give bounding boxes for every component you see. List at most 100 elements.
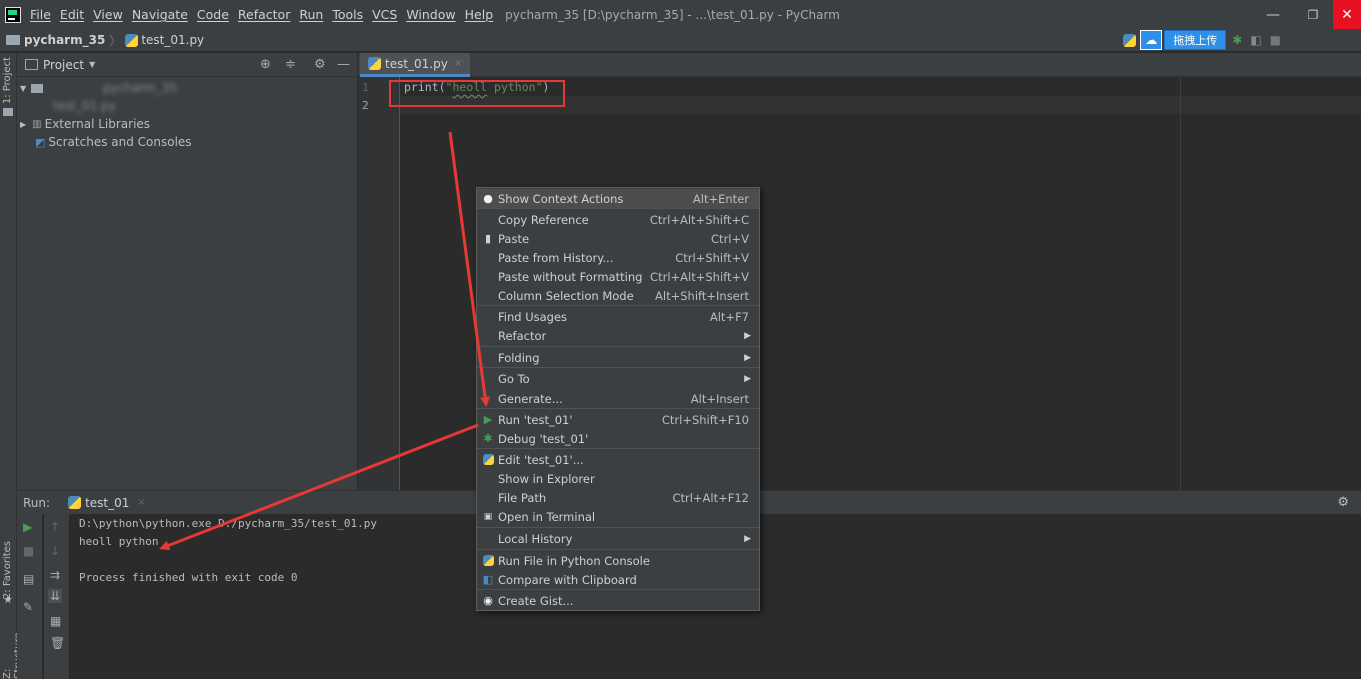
python-icon	[482, 555, 494, 567]
trash-icon[interactable]: 🗑	[50, 636, 65, 650]
menu-item-folding[interactable]: Folding ▶	[477, 348, 759, 367]
close-tab-icon[interactable]: ×	[137, 497, 145, 508]
soft-wrap-icon[interactable]: ⇉	[50, 568, 60, 582]
menu-item-edit-config[interactable]: Edit 'test_01'...	[477, 450, 759, 469]
menu-item-refactor[interactable]: Refactor ▶	[477, 326, 759, 345]
menu-separator	[477, 549, 759, 550]
console-line: D:\python\python.exe D:/pycharm_35/test_…	[79, 517, 378, 530]
menu-refactor[interactable]: Refactor	[238, 7, 290, 22]
menu-code[interactable]: Code	[197, 7, 229, 22]
line-number: 2	[362, 99, 369, 112]
star-icon: ★	[3, 593, 13, 606]
upload-widget[interactable]: ☁ 拖拽上传 ✱ ◧ ■	[1123, 30, 1281, 50]
menu-item-compare-with-clipboard[interactable]: ◧ Compare with Clipboard	[477, 570, 759, 589]
menu-run[interactable]: Run	[299, 7, 323, 22]
coverage-icon[interactable]: ◧	[1250, 33, 1261, 47]
python-file-icon	[368, 57, 381, 70]
breadcrumb-separator: 〉	[109, 33, 122, 48]
python-icon	[1123, 33, 1137, 47]
folder-icon	[3, 108, 13, 116]
breadcrumb-project[interactable]: pycharm_35	[24, 33, 105, 47]
left-tool-strip: 1: Project 2: Favorites ★ Z: Structure	[0, 53, 24, 679]
menu-vcs[interactable]: VCS	[372, 7, 397, 22]
menu-item-create-gist[interactable]: ◉ Create Gist...	[477, 591, 759, 610]
menu-item-column-selection-mode[interactable]: Column Selection Mode Alt+Shift+Insert	[477, 286, 759, 305]
tree-item-project[interactable]: ▼ pycharm_35	[17, 79, 357, 97]
submenu-arrow-icon: ▶	[744, 373, 751, 384]
tab-favorites[interactable]: 2: Favorites	[2, 541, 13, 599]
scratches-icon: ◩	[35, 135, 46, 149]
line-gutter: 1 2	[358, 77, 400, 490]
python-icon	[482, 454, 494, 466]
menu-label: File Path	[498, 490, 547, 505]
menu-shortcut: Ctrl+Shift+F10	[661, 412, 749, 427]
menu-navigate[interactable]: Navigate	[132, 7, 188, 22]
upload-button[interactable]: 拖拽上传	[1164, 30, 1227, 50]
menu-label: Run 'test_01'	[498, 412, 573, 427]
menu-shortcut: Alt+Shift+Insert	[655, 288, 749, 303]
tree-item-external-libraries[interactable]: ▶ ▥ External Libraries	[17, 115, 357, 133]
menu-item-copy-reference[interactable]: Copy Reference Ctrl+Alt+Shift+C	[477, 210, 759, 229]
menu-shortcut: Alt+Enter	[692, 191, 749, 206]
up-icon[interactable]: ↑	[50, 520, 60, 534]
tab-project[interactable]: 1: Project	[2, 57, 13, 104]
menu-item-run-in-python-console[interactable]: Run File in Python Console	[477, 551, 759, 570]
expand-icon[interactable]: ▼	[20, 84, 26, 93]
menu-help[interactable]: Help	[465, 7, 494, 22]
menu-item-file-path[interactable]: File Path Ctrl+Alt+F12	[477, 488, 759, 507]
tree-item-file[interactable]: test_01.py	[17, 97, 357, 115]
expand-icon[interactable]: ▶	[20, 120, 26, 129]
project-title[interactable]: Project	[43, 58, 84, 72]
editor-tab-test01[interactable]: test_01.py ×	[360, 53, 471, 77]
menu-label: Open in Terminal	[498, 509, 596, 524]
menu-item-find-usages[interactable]: Find Usages Alt+F7	[477, 307, 759, 326]
menu-item-go-to[interactable]: Go To ▶	[477, 369, 759, 388]
gear-icon[interactable]: ⚙	[1337, 495, 1349, 510]
minimize-button[interactable]: —	[1253, 0, 1293, 29]
run-tab[interactable]: test_01	[85, 496, 129, 510]
menu-item-show-in-explorer[interactable]: Show in Explorer	[477, 469, 759, 488]
menu-item-run[interactable]: ▶ Run 'test_01' Ctrl+Shift+F10	[477, 410, 759, 429]
scroll-to-end-icon[interactable]: ⇊	[48, 589, 63, 603]
collapse-icon[interactable]: ≑	[285, 57, 296, 72]
menu-separator	[477, 408, 759, 409]
print-icon[interactable]: ▦	[50, 614, 61, 628]
layout-icon[interactable]: ▤	[23, 572, 34, 586]
menu-tools[interactable]: Tools	[332, 7, 363, 22]
menu-view[interactable]: View	[93, 7, 123, 22]
gear-icon[interactable]: ⚙	[314, 57, 326, 72]
tree-item-scratches[interactable]: ◩ Scratches and Consoles	[17, 133, 357, 151]
stop-icon[interactable]: ■	[1270, 33, 1281, 47]
menu-item-open-in-terminal[interactable]: ▣ Open in Terminal	[477, 507, 759, 526]
console-line: heoll python	[79, 535, 159, 548]
menu-shortcut: Alt+F7	[709, 309, 749, 324]
menu-separator	[477, 367, 759, 368]
chevron-down-icon[interactable]: ▼	[89, 60, 95, 69]
menu-shortcut: Alt+Insert	[690, 391, 749, 406]
menu-item-generate[interactable]: Generate... Alt+Insert	[477, 389, 759, 408]
rerun-icon[interactable]: ▶	[23, 520, 32, 534]
library-icon: ▥	[32, 118, 42, 130]
stop-icon[interactable]: ■	[23, 544, 34, 558]
maximize-button[interactable]: ❐	[1293, 0, 1333, 29]
debug-icon[interactable]: ✱	[1232, 33, 1242, 47]
menu-edit[interactable]: Edit	[60, 7, 84, 22]
down-icon[interactable]: ↓	[50, 544, 60, 558]
menu-item-show-context-actions[interactable]: ● Show Context Actions Alt+Enter	[477, 189, 759, 208]
close-tab-icon[interactable]: ×	[454, 58, 462, 69]
pycharm-logo-icon	[5, 6, 21, 23]
menu-window[interactable]: Window	[406, 7, 455, 22]
menu-item-debug[interactable]: ✱ Debug 'test_01'	[477, 429, 759, 448]
context-menu: ● Show Context Actions Alt+Enter Copy Re…	[476, 187, 760, 611]
menu-item-local-history[interactable]: Local History ▶	[477, 529, 759, 548]
menu-item-paste[interactable]: ▮ Paste Ctrl+V	[477, 229, 759, 248]
breadcrumb-file[interactable]: test_01.py	[141, 33, 204, 47]
menu-file[interactable]: File	[30, 7, 51, 22]
menu-item-paste-from-history[interactable]: Paste from History... Ctrl+Shift+V	[477, 248, 759, 267]
project-view-icon	[25, 59, 38, 70]
locate-icon[interactable]: ⊕	[260, 57, 271, 72]
menu-item-paste-without-formatting[interactable]: Paste without Formatting Ctrl+Alt+Shift+…	[477, 267, 759, 286]
pin-icon[interactable]: ✎	[23, 600, 33, 614]
close-button[interactable]: ✕	[1333, 0, 1361, 29]
hide-icon[interactable]: —	[337, 57, 350, 72]
